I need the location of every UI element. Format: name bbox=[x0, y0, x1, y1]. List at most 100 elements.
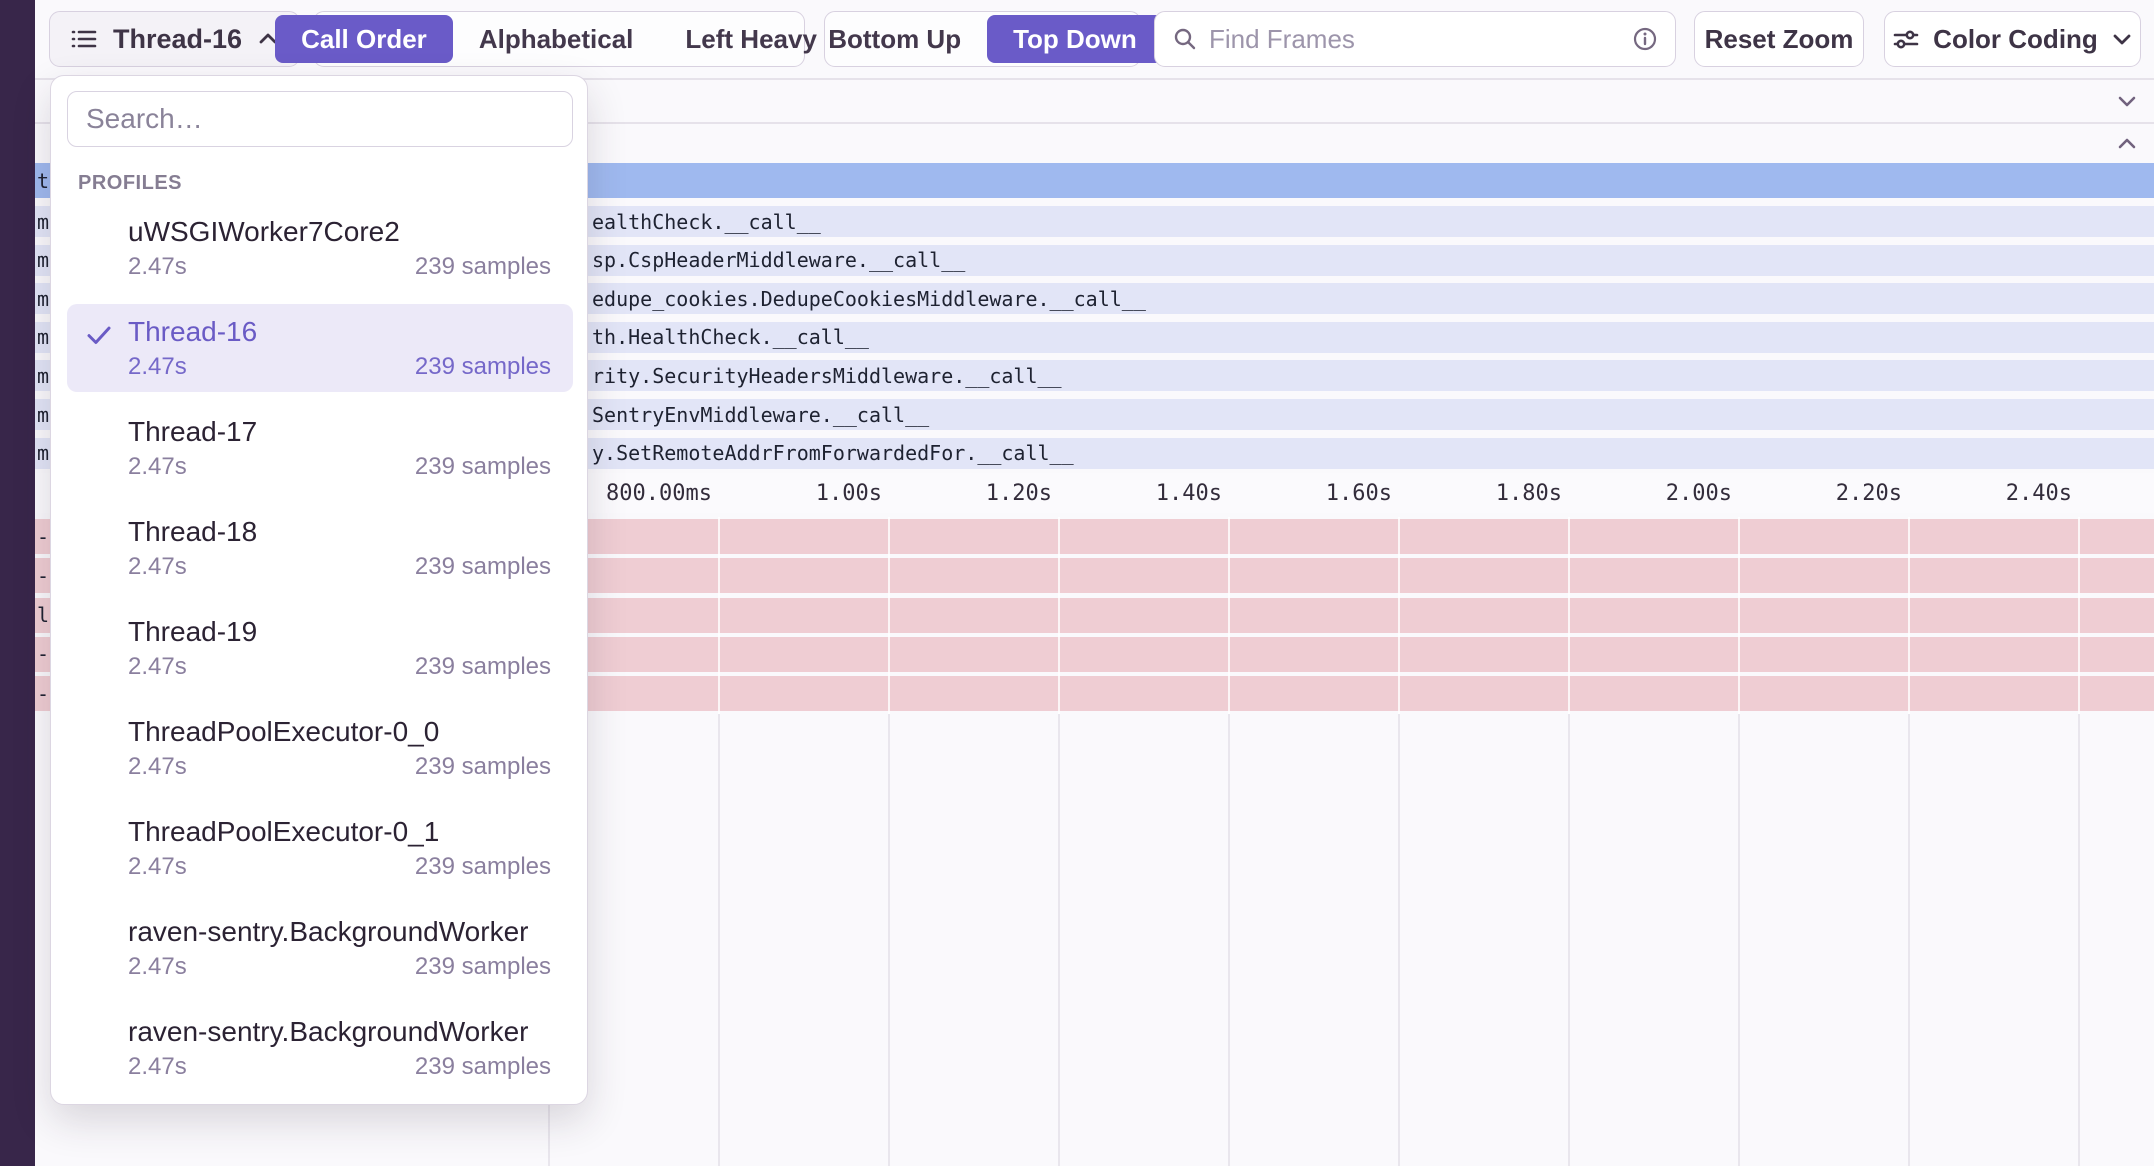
profile-option[interactable]: Thread-182.47s239 samples bbox=[67, 504, 573, 592]
frame-label-fragment: ealthCheck.__call__ bbox=[592, 210, 821, 234]
profile-option[interactable]: uWSGIWorker7Core22.47s 239 samples bbox=[67, 204, 573, 292]
profile-option-name: raven-sentry.BackgroundWorker bbox=[128, 1014, 551, 1050]
direction-mode-bottom-up[interactable]: Bottom Up bbox=[802, 15, 987, 63]
gridline bbox=[1568, 714, 1570, 1166]
profile-option-duration: 2.47s bbox=[128, 352, 187, 382]
dropdown-search-input[interactable] bbox=[67, 91, 573, 147]
frame-label-fragment: m bbox=[37, 210, 49, 234]
profile-option-samples: 239 samples bbox=[415, 552, 551, 582]
sidebar-strip bbox=[0, 0, 35, 1166]
profile-option-name: uWSGIWorker7Core2 bbox=[128, 214, 551, 250]
profile-option-duration: 2.47s bbox=[128, 752, 187, 782]
gridline bbox=[1228, 714, 1230, 1166]
frame-label-fragment: m bbox=[37, 248, 49, 272]
direction-segmented-control: Bottom UpTop Down bbox=[824, 11, 1141, 67]
profile-option-samples: 239 samples bbox=[415, 252, 551, 282]
profile-option[interactable]: ThreadPoolExecutor-0_02.47s 239 samples bbox=[67, 704, 573, 792]
sort-mode-call-order[interactable]: Call Order bbox=[275, 15, 453, 63]
profile-option-name: ThreadPoolExecutor-0_0 bbox=[128, 714, 551, 750]
profile-option[interactable]: raven-sentry.BackgroundWorker2.47s 239 sa… bbox=[67, 1004, 573, 1092]
sort-mode-alphabetical[interactable]: Alphabetical bbox=[453, 15, 660, 63]
frame-label-fragment: - bbox=[37, 525, 49, 549]
gridline bbox=[888, 714, 890, 1166]
profile-option-name: Thread-18 bbox=[128, 514, 551, 550]
profile-option-duration: 2.47s bbox=[128, 252, 187, 282]
direction-mode-top-down[interactable]: Top Down bbox=[987, 15, 1163, 63]
profile-option-duration: 2.47s bbox=[128, 652, 187, 682]
gridline bbox=[888, 517, 890, 714]
checkmark-icon bbox=[84, 320, 114, 350]
profile-option[interactable]: raven-sentry.BackgroundWorker2.47s239 sa… bbox=[67, 904, 573, 992]
profile-option-samples: 239 samples bbox=[415, 852, 551, 882]
thread-selector-label: Thread-16 bbox=[113, 24, 242, 55]
profile-option-samples: 239 samples bbox=[415, 652, 551, 682]
profile-option-stats: 2.47s 239 samples bbox=[128, 352, 551, 382]
profile-option-duration: 2.47s bbox=[128, 952, 187, 982]
profile-option-stats: 2.47s 239 samples bbox=[128, 252, 551, 282]
frame-label-fragment: y.SetRemoteAddrFromForwardedFor.__call__ bbox=[592, 441, 1074, 465]
gridline bbox=[1738, 517, 1740, 714]
gridline bbox=[1908, 714, 1910, 1166]
gridline bbox=[718, 714, 720, 1166]
profile-option-duration: 2.47s bbox=[128, 1052, 187, 1082]
color-coding-label: Color Coding bbox=[1933, 24, 2098, 55]
frame-label-fragment: m bbox=[37, 287, 49, 311]
gridline bbox=[1058, 517, 1060, 714]
frame-label-fragment: - bbox=[37, 682, 49, 706]
frame-label-fragment: m bbox=[37, 364, 49, 388]
profile-option-stats: 2.47s 239 samples bbox=[128, 1052, 551, 1082]
search-icon bbox=[1171, 25, 1199, 53]
profile-option-duration: 2.47s bbox=[128, 852, 187, 882]
frame-label-fragment: th.HealthCheck.__call__ bbox=[592, 325, 869, 349]
profile-option-name: Thread-17 bbox=[128, 414, 551, 450]
profile-option-stats: 2.47s239 samples bbox=[128, 552, 551, 582]
gridline bbox=[2078, 714, 2080, 1166]
gridline bbox=[1398, 517, 1400, 714]
gridline bbox=[718, 517, 720, 714]
gridline bbox=[1568, 517, 1570, 714]
axis-tick-label: 2.40s bbox=[1878, 473, 2072, 513]
axis-tick-label: 2.00s bbox=[1538, 473, 1732, 513]
find-frames-search[interactable] bbox=[1154, 11, 1676, 67]
chevron-down-icon[interactable] bbox=[2114, 88, 2140, 114]
profile-option[interactable]: Thread-172.47s239 samples bbox=[67, 404, 573, 492]
profile-option[interactable]: Thread-192.47s 239 samples bbox=[67, 604, 573, 692]
axis-tick-label: 1.00s bbox=[688, 473, 882, 513]
profile-option-stats: 2.47s 239 samples bbox=[128, 652, 551, 682]
profile-option-stats: 2.47s 239 samples bbox=[128, 852, 551, 882]
reset-zoom-button[interactable]: Reset Zoom bbox=[1694, 11, 1864, 67]
profile-option-stats: 2.47s 239 samples bbox=[128, 752, 551, 782]
color-coding-button[interactable]: Color Coding bbox=[1884, 11, 2141, 67]
gridline bbox=[1738, 714, 1740, 1166]
info-icon[interactable] bbox=[1631, 25, 1659, 53]
gridline bbox=[2078, 517, 2080, 714]
profiles-section-label: PROFILES bbox=[78, 172, 182, 195]
profile-option-duration: 2.47s bbox=[128, 452, 187, 482]
frame-label-fragment: m bbox=[37, 325, 49, 349]
gridline bbox=[1058, 714, 1060, 1166]
profile-option[interactable]: ThreadPoolExecutor-0_12.47s 239 samples bbox=[67, 804, 573, 892]
profile-option-name: Thread-19 bbox=[128, 614, 551, 650]
frame-label-fragment: - bbox=[37, 564, 49, 588]
frame-label-fragment: - bbox=[37, 642, 49, 666]
profile-option-samples: 239 samples bbox=[415, 352, 551, 382]
frame-label-fragment: m bbox=[37, 403, 49, 427]
frame-label-fragment: edupe_cookies.DedupeCookiesMiddleware.__… bbox=[592, 287, 1146, 311]
profiler-page: t mealthCheck.__call__msp.CspHeaderMiddl… bbox=[0, 0, 2154, 1166]
profile-option-samples: 239 samples bbox=[415, 752, 551, 782]
axis-tick-label: 1.40s bbox=[1028, 473, 1222, 513]
chevron-up-icon[interactable] bbox=[2114, 130, 2140, 156]
profile-option-samples: 239 samples bbox=[415, 1052, 551, 1082]
gridline bbox=[1228, 517, 1230, 714]
profile-option-name: ThreadPoolExecutor-0_1 bbox=[128, 814, 551, 850]
thread-selector-button[interactable]: Thread-16 bbox=[49, 11, 300, 67]
profile-option-stats: 2.47s 239 samples bbox=[128, 952, 551, 982]
profile-option-samples: 239 samples bbox=[415, 952, 551, 982]
axis-tick-label: 1.60s bbox=[1198, 473, 1392, 513]
list-icon bbox=[69, 24, 99, 54]
gridline bbox=[1398, 714, 1400, 1166]
frame-label-fragment: sp.CspHeaderMiddleware.__call__ bbox=[592, 248, 965, 272]
profile-option[interactable]: Thread-162.47s239 samples bbox=[67, 304, 573, 392]
find-frames-input[interactable] bbox=[1209, 24, 1621, 55]
axis-tick-label: 1.20s bbox=[858, 473, 1052, 513]
